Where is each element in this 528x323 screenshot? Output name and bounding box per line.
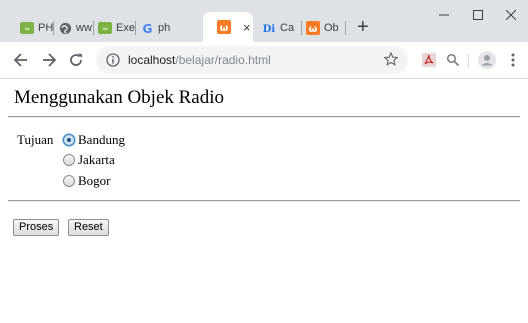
radio-label: Jakarta [78,152,115,167]
google-icon: G [140,21,154,35]
tab-3[interactable]: ≈ Exe [98,17,136,39]
minimize-button[interactable] [427,2,461,28]
menu-button[interactable] [502,49,524,71]
back-arrow-icon [14,53,27,67]
tab-label: Ca [280,22,295,34]
tab-active[interactable]: ω × [203,12,253,42]
back-button[interactable] [10,49,32,71]
tab-6[interactable]: Di Ca [262,17,302,39]
svg-text:ω: ω [220,23,229,34]
close-icon [506,10,516,20]
proses-button[interactable]: Proses [13,219,60,236]
new-tab-button[interactable]: + [357,17,369,37]
globe-icon [58,21,72,35]
reset-button[interactable]: Reset [68,219,109,236]
forward-button[interactable] [38,49,60,71]
tab-label: Ob [324,22,339,34]
tab-separator [93,21,94,35]
close-tab-icon[interactable]: × [243,20,251,35]
radio-label: Bandung [78,132,125,147]
minimize-icon [439,14,449,16]
tab-7[interactable]: ω Ob [306,17,346,39]
tab-separator [301,21,302,35]
tab-label: Exe [116,22,135,34]
svg-text:≈: ≈ [24,25,30,33]
xampp-icon: ≈ [20,21,34,35]
tab-4[interactable]: G ph [140,17,176,39]
info-icon[interactable] [106,53,120,72]
radio-option-bandung[interactable]: Bandung [63,132,125,148]
address-bar[interactable]: localhost/belajar/radio.html [96,46,408,74]
url-path: /belajar/radio.html [175,53,271,67]
tab-label: PH [38,22,54,34]
reload-icon [70,53,82,66]
profile-avatar[interactable] [476,49,498,71]
svg-text:≈: ≈ [102,25,108,33]
radio-option-bogor[interactable]: Bogor [63,173,111,189]
radio-option-jakarta[interactable]: Jakarta [63,152,115,168]
avatar-icon [478,51,496,69]
pdf-extension-icon[interactable] [418,49,440,71]
xampp-icon: ω [217,20,231,34]
radio-button[interactable] [63,154,75,166]
browser-window: ≈ PH ww ≈ Exe G ph ω × Di Ca ω Ob + loca… [0,0,528,323]
tab-label: ph [158,22,171,34]
radio-button[interactable] [63,134,75,146]
tab-1[interactable]: ≈ PH [20,17,54,39]
tab-strip: ≈ PH ww ≈ Exe G ph ω × Di Ca ω Ob + [0,0,528,42]
tab-2[interactable]: ww [58,17,94,39]
toolbar: localhost/belajar/radio.html [0,42,528,79]
tab-separator [135,21,136,35]
kebab-menu-icon [511,53,515,67]
svg-text:G: G [142,22,152,35]
search-extension-icon[interactable] [442,49,464,71]
field-label-tujuan: Tujuan [17,132,54,147]
close-window-button[interactable] [494,2,528,28]
di-icon: Di [262,21,276,35]
tab-label: ww [76,22,92,34]
forward-arrow-icon [43,53,56,67]
url-host: localhost [128,53,176,67]
horizontal-rule [8,116,520,118]
radio-label: Bogor [78,173,111,188]
horizontal-rule [8,200,520,202]
page-content: Menggunakan Objek Radio Tujuan Bandung J… [0,79,528,323]
radio-button[interactable] [63,175,75,187]
url-text[interactable]: localhost/belajar/radio.html [128,53,271,67]
bookmark-star-icon[interactable] [383,51,399,71]
toolbar-divider [468,54,469,68]
tab-separator [345,21,346,35]
tab-separator [53,21,54,35]
reload-button[interactable] [65,49,87,71]
maximize-button[interactable] [461,2,495,28]
page-title: Menggunakan Objek Radio [14,87,225,108]
svg-text:ω: ω [309,24,318,35]
xampp-icon: ≈ [98,21,112,35]
maximize-icon [473,10,483,20]
svg-text:Di: Di [263,24,276,35]
xampp-icon: ω [306,21,320,35]
